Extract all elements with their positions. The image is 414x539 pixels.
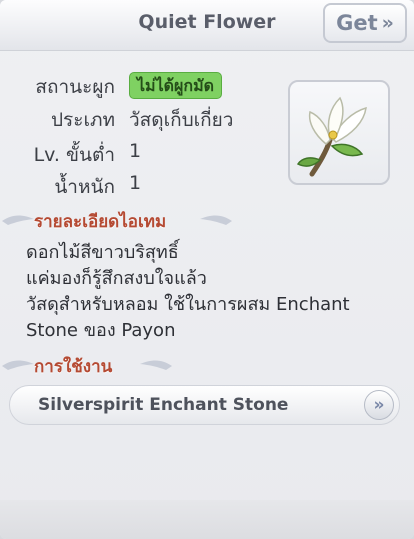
description-line: แค่มองก็รู้สึกสงบใจแล้ว <box>26 268 207 289</box>
details-section-header: รายละเอียดไอเทม <box>0 207 250 233</box>
description-line: Stone ของ Payon <box>26 320 176 341</box>
item-description: ดอกไม้สีขาวบริสุทธิ์ แค่มองก็รู้สึกสงบใจ… <box>26 240 404 344</box>
panel-footer <box>0 500 414 539</box>
item-icon-frame <box>288 80 390 185</box>
right-wing-ornament-icon <box>140 360 172 370</box>
description-line: ดอกไม้สีขาวบริสุทธิ์ <box>26 242 179 263</box>
bind-status-badge: ไม่ได้ผูกมัด <box>129 72 223 99</box>
usage-item-label: Silverspirit Enchant Stone <box>38 395 289 415</box>
item-info-panel: Quiet Flower Get » สถานะผูก ไม่ได้ผูกมัด… <box>0 0 414 539</box>
get-button[interactable]: Get » <box>323 3 407 43</box>
usage-item-silverspirit-enchant-stone[interactable]: Silverspirit Enchant Stone » <box>9 385 400 425</box>
type-row: ประเภท <box>0 105 115 133</box>
weight-label: น้ำหนัก <box>54 176 115 198</box>
details-section-title: รายละเอียดไอเทม <box>34 212 167 232</box>
usage-section-header: การใช้งาน <box>0 352 200 378</box>
usage-go-button[interactable]: » <box>364 390 394 420</box>
left-wing-ornament-icon <box>2 360 34 370</box>
type-label: ประเภท <box>50 109 115 131</box>
double-chevron-right-icon: » <box>373 395 385 415</box>
min-level-row: Lv. ขั้นต่ำ <box>0 140 115 168</box>
description-line: วัสดุสำหรับหลอม ใช้ในการผสม Enchant <box>26 294 350 315</box>
bind-status-row: สถานะผูก <box>0 72 115 100</box>
get-button-label: Get <box>336 11 378 35</box>
usage-section-title: การใช้งาน <box>34 357 113 377</box>
type-value: วัสดุเก็บเกี่ยว <box>129 109 234 131</box>
right-wing-ornament-icon <box>200 215 232 225</box>
white-flower-icon <box>296 96 367 177</box>
double-chevron-right-icon: » <box>381 12 394 34</box>
weight-value: 1 <box>129 172 142 194</box>
header-bar: Quiet Flower Get » <box>0 0 414 51</box>
min-level-label: Lv. ขั้นต่ำ <box>33 144 115 166</box>
bind-status-label: สถานะผูก <box>35 76 115 98</box>
left-wing-ornament-icon <box>2 215 34 225</box>
min-level-value: 1 <box>129 140 142 162</box>
weight-row: น้ำหนัก <box>0 172 115 200</box>
